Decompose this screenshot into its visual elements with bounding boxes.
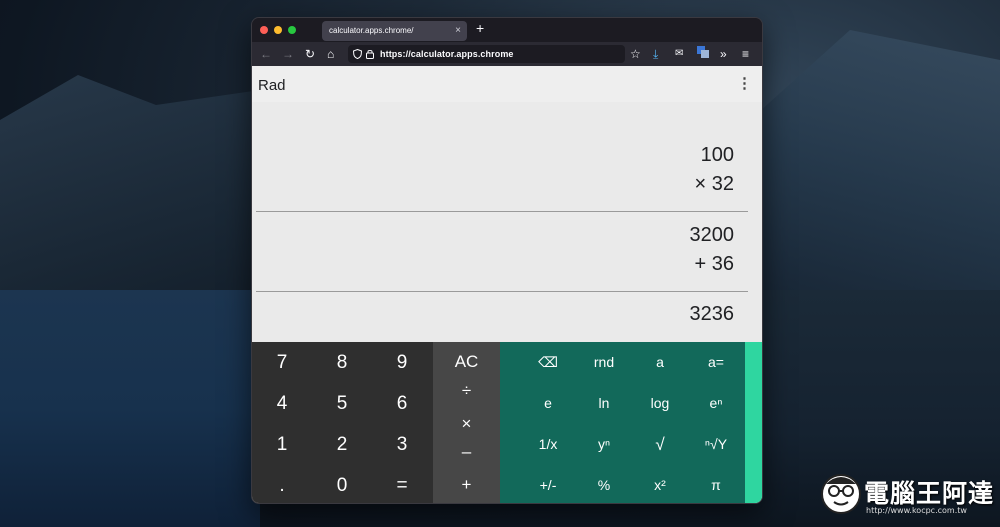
advanced-pad-drawer-handle[interactable] [745, 342, 762, 503]
download-icon[interactable]: ⤓ [653, 46, 658, 62]
calculator-app: Rad ⋮ 100 × 32 3200 + 36 3236 7 8 9 4 5 … [252, 66, 762, 503]
key-all-clear[interactable]: AC [433, 348, 500, 376]
key-store-a[interactable]: a= [688, 342, 744, 383]
tape-operand: × 32 [694, 173, 734, 195]
background-sea [0, 290, 260, 527]
translate-extension-icon[interactable] [697, 46, 709, 62]
key-log[interactable]: log [632, 383, 688, 424]
tab-title: calculator.apps.chrome/ [329, 26, 414, 35]
key-equals[interactable]: = [372, 465, 432, 503]
backspace-icon[interactable]: ⌫ [520, 342, 576, 383]
key-2[interactable]: 2 [312, 424, 372, 465]
tape-operand: + 36 [694, 253, 734, 275]
key-0[interactable]: 0 [312, 465, 372, 503]
bookmark-star-icon[interactable]: ☆ [630, 46, 641, 62]
calculation-tape: 100 × 32 3200 + 36 3236 [252, 102, 762, 342]
navigation-toolbar: ← → ↻ ⌂ https://calculator.apps.chrome ☆… [252, 42, 762, 66]
key-7[interactable]: 7 [252, 342, 312, 383]
key-pi[interactable]: π [688, 465, 744, 503]
key-decimal[interactable]: . [252, 465, 312, 503]
key-e[interactable]: e [520, 383, 576, 424]
key-square[interactable]: x² [632, 465, 688, 503]
more-tools-icon[interactable]: » [720, 46, 727, 62]
key-3[interactable]: 3 [372, 424, 432, 465]
home-icon[interactable]: ⌂ [327, 46, 334, 62]
advanced-functions-pad: ⌫ rnd a a= e ln log eⁿ 1/x yⁿ √ ⁿ√Y +/- … [500, 342, 745, 503]
more-options-icon[interactable]: ⋮ [737, 74, 752, 92]
mail-icon[interactable]: ✉ [675, 46, 683, 62]
minimize-window-button[interactable] [274, 26, 282, 34]
digit-pad: 7 8 9 4 5 6 1 2 3 . 0 = [252, 342, 433, 503]
keypad: 7 8 9 4 5 6 1 2 3 . 0 = AC ÷ × – + ⌫ rnd… [252, 342, 762, 503]
watermark-title: 電腦王阿達 [864, 479, 995, 508]
lock-icon[interactable] [366, 49, 374, 59]
tape-result: 3236 [689, 303, 735, 325]
key-8[interactable]: 8 [312, 342, 372, 383]
key-9[interactable]: 9 [372, 342, 432, 383]
tape-divider [256, 291, 748, 292]
key-nth-root[interactable]: ⁿ√Y [688, 424, 744, 465]
shield-icon[interactable] [353, 49, 362, 59]
key-4[interactable]: 4 [252, 383, 312, 424]
tab-close-icon[interactable]: × [455, 21, 461, 41]
watermark: 電腦王阿達 http://www.kocpc.com.tw [820, 470, 995, 522]
key-5[interactable]: 5 [312, 383, 372, 424]
key-subtract[interactable]: – [433, 439, 500, 465]
hamburger-menu-icon[interactable]: ≡ [742, 46, 749, 62]
tape-divider [256, 211, 748, 212]
angle-mode-toggle[interactable]: Rad [258, 77, 286, 94]
key-square-root[interactable]: √ [632, 424, 688, 465]
operator-pad: AC ÷ × – + [433, 342, 500, 503]
tape-operand: 100 [700, 144, 734, 166]
key-recall-a[interactable]: a [632, 342, 688, 383]
mascot-logo-icon [821, 474, 861, 514]
browser-window: calculator.apps.chrome/ × + ← → ↻ ⌂ http… [251, 17, 763, 504]
key-multiply[interactable]: × [433, 411, 500, 437]
url-bar[interactable]: https://calculator.apps.chrome [348, 45, 625, 63]
key-random[interactable]: rnd [576, 342, 632, 383]
background-mountain-right [750, 30, 1000, 330]
close-window-button[interactable] [260, 26, 268, 34]
key-e-power[interactable]: eⁿ [688, 383, 744, 424]
calculator-header: Rad ⋮ [252, 66, 762, 102]
key-power[interactable]: yⁿ [576, 424, 632, 465]
key-divide[interactable]: ÷ [433, 378, 500, 404]
key-reciprocal[interactable]: 1/x [520, 424, 576, 465]
url-text: https://calculator.apps.chrome [380, 49, 514, 59]
key-6[interactable]: 6 [372, 383, 432, 424]
browser-tab[interactable]: calculator.apps.chrome/ × [322, 21, 467, 41]
title-bar: calculator.apps.chrome/ × + [252, 18, 762, 42]
new-tab-button[interactable]: + [476, 20, 484, 36]
forward-arrow-icon[interactable]: → [282, 46, 294, 62]
key-1[interactable]: 1 [252, 424, 312, 465]
key-percent[interactable]: % [576, 465, 632, 503]
watermark-url: http://www.kocpc.com.tw [866, 506, 967, 515]
key-negate[interactable]: +/- [520, 465, 576, 503]
reload-icon[interactable]: ↻ [305, 46, 315, 62]
key-add[interactable]: + [433, 470, 500, 500]
tape-operand: 3200 [689, 224, 735, 246]
back-arrow-icon[interactable]: ← [260, 46, 272, 62]
maximize-window-button[interactable] [288, 26, 296, 34]
key-ln[interactable]: ln [576, 383, 632, 424]
